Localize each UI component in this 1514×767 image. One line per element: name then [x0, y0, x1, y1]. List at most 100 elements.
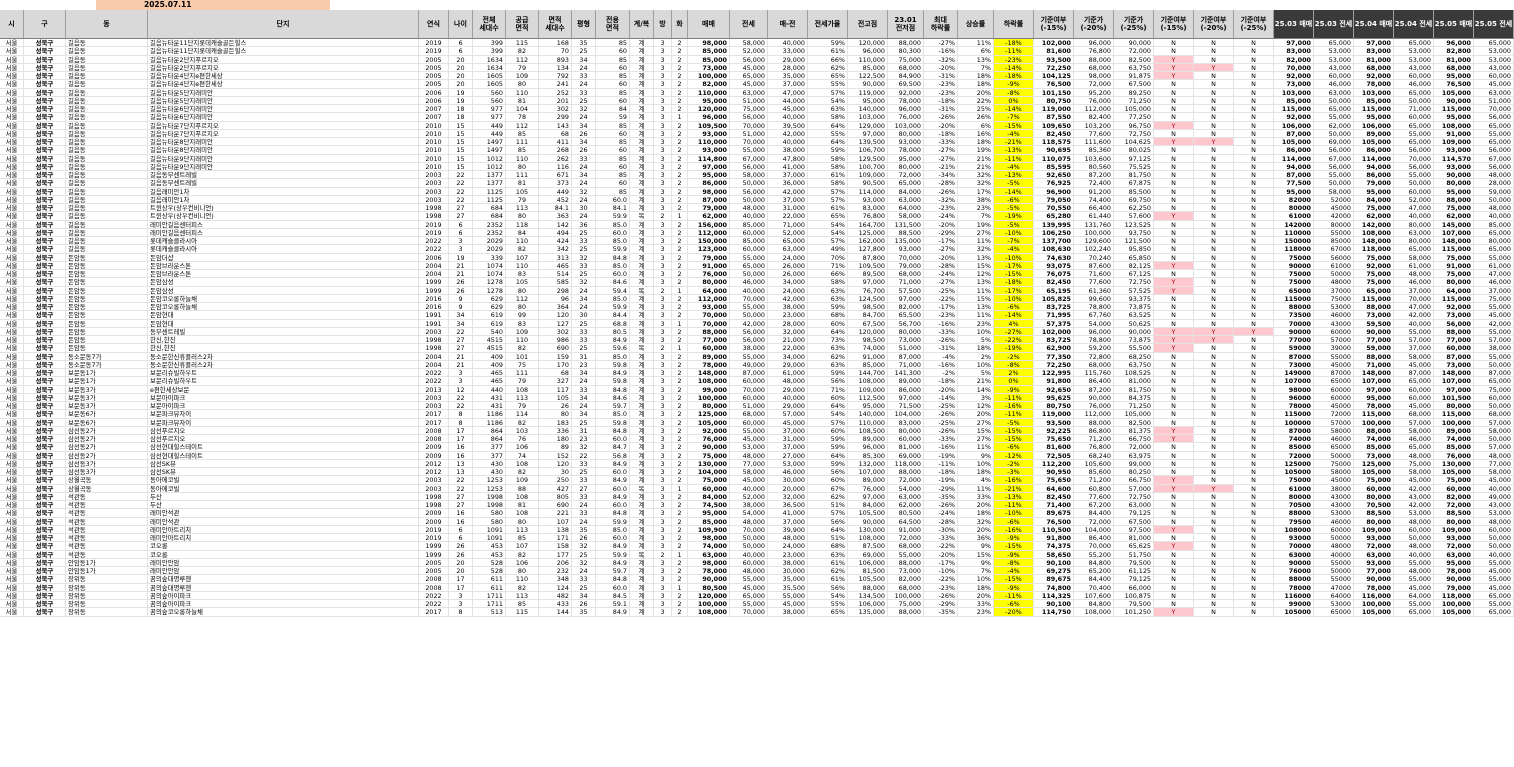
cell-dong[interactable]: 삼선동2가	[66, 451, 148, 459]
cell-base-25[interactable]: 91,875	[1114, 72, 1154, 80]
cell-supply-area[interactable]: 114	[506, 410, 539, 418]
cell-m2504-sale[interactable]: 72,000	[1354, 542, 1394, 550]
cell-sale[interactable]: 74,500	[688, 501, 730, 509]
cell-age[interactable]: 26	[449, 550, 473, 558]
cell-base-15[interactable]: 71,400	[1034, 501, 1074, 509]
cell-m2504-sale[interactable]: 106,000	[1354, 121, 1394, 129]
cell-type[interactable]: 계	[630, 525, 654, 533]
cell-m2504-jeonse[interactable]: 42,000	[1394, 311, 1434, 319]
cell-max-drop[interactable]: -33%	[924, 327, 958, 335]
cell-base-15[interactable]: 91,800	[1034, 534, 1074, 542]
cell-peak[interactable]: 108,000	[848, 377, 888, 385]
cell-base-25[interactable]: 123,525	[1114, 220, 1154, 228]
cell-rooms[interactable]: 3	[654, 129, 672, 137]
cell-baths[interactable]: 2	[672, 410, 688, 418]
cell-peak[interactable]: 120,000	[848, 327, 888, 335]
cell-total-units[interactable]: 449	[473, 121, 506, 129]
cell-pyeong[interactable]: 31	[572, 352, 596, 360]
cell-area-units[interactable]: 96	[539, 294, 572, 302]
cell-flag-15[interactable]: N	[1154, 591, 1194, 599]
cell-m2503-jeonse[interactable]: 43,000	[1314, 63, 1354, 71]
cell-type[interactable]: 계	[630, 476, 654, 484]
cell-complex[interactable]: 롯데캐슬클라시아	[148, 245, 419, 253]
cell-pyeong[interactable]: 33	[572, 261, 596, 269]
cell-m2504-sale[interactable]: 90,000	[1354, 327, 1394, 335]
cell-exclusive-area[interactable]: 60.0	[596, 195, 630, 203]
cell-base-15[interactable]: 114,750	[1034, 608, 1074, 616]
cell-m2505-sale[interactable]: 80,000	[1434, 278, 1474, 286]
cell-si[interactable]: 서울	[0, 138, 24, 146]
cell-flag-20[interactable]: N	[1194, 410, 1234, 418]
cell-exclusive-area[interactable]: 85.0	[596, 352, 630, 360]
cell-rooms[interactable]: 3	[654, 327, 672, 335]
cell-drop[interactable]: -13%	[994, 171, 1034, 179]
cell-peak[interactable]: 129,500	[848, 154, 888, 162]
cell-dong[interactable]: 길음동	[66, 121, 148, 129]
cell-m2504-sale[interactable]: 80,000	[1354, 492, 1394, 500]
cell-flag-15[interactable]: Y	[1154, 542, 1194, 550]
cell-year[interactable]: 2022	[419, 600, 449, 608]
cell-supply-area[interactable]: 81	[506, 96, 539, 104]
cell-base-15[interactable]: 92,650	[1034, 171, 1074, 179]
cell-trough-2301[interactable]: 73,000	[888, 336, 924, 344]
cell-m2503-sale[interactable]: 70500	[1274, 501, 1314, 509]
cell-pyeong[interactable]: 33	[572, 492, 596, 500]
cell-flag-15[interactable]: N	[1154, 171, 1194, 179]
cell-base-15[interactable]: 110,075	[1034, 154, 1074, 162]
cell-area-units[interactable]: 138	[539, 525, 572, 533]
cell-m2503-sale[interactable]: 86,000	[1274, 146, 1314, 154]
cell-sale[interactable]: 80,000	[688, 402, 730, 410]
cell-flag-25[interactable]: N	[1234, 393, 1274, 401]
cell-jeonse-ratio[interactable]: 59%	[808, 303, 848, 311]
cell-total-units[interactable]: 465	[473, 369, 506, 377]
cell-supply-area[interactable]: 105	[506, 278, 539, 286]
cell-flag-15[interactable]: Y	[1154, 261, 1194, 269]
cell-gu[interactable]: 성북구	[24, 410, 66, 418]
cell-flag-20[interactable]: N	[1194, 311, 1234, 319]
cell-exclusive-area[interactable]: 84.9	[596, 492, 630, 500]
cell-jeonse-ratio[interactable]: 66%	[808, 270, 848, 278]
cell-complex[interactable]: 롯데캐슬클라시아	[148, 237, 419, 245]
cell-total-units[interactable]: 684	[473, 204, 506, 212]
cell-exclusive-area[interactable]: 85	[596, 138, 630, 146]
cell-sale[interactable]: 100,000	[688, 72, 730, 80]
cell-jeonse[interactable]: 56,000	[730, 336, 768, 344]
cell-jeonse-ratio[interactable]: 56%	[808, 517, 848, 525]
cell-supply-area[interactable]: 99	[506, 311, 539, 319]
cell-base-15[interactable]: 108,630	[1034, 245, 1074, 253]
cell-m2504-sale[interactable]: 70,500	[1354, 501, 1394, 509]
cell-rooms[interactable]: 3	[654, 146, 672, 154]
cell-base-25[interactable]: 95,850	[1114, 245, 1154, 253]
cell-baths[interactable]: 2	[672, 245, 688, 253]
cell-m2505-jeonse[interactable]: 43,000	[1474, 63, 1514, 71]
cell-m2505-jeonse[interactable]: 56,000	[1474, 162, 1514, 170]
cell-gu[interactable]: 성북구	[24, 179, 66, 187]
cell-gu[interactable]: 성북구	[24, 484, 66, 492]
cell-exclusive-area[interactable]: 60.0	[596, 228, 630, 236]
cell-flag-15[interactable]: N	[1154, 550, 1194, 558]
cell-pyeong[interactable]: 23	[572, 360, 596, 368]
cell-jeonse-ratio[interactable]: 57%	[808, 187, 848, 195]
cell-gap[interactable]: 39,900	[768, 525, 808, 533]
cell-base-15[interactable]: 92,225	[1034, 426, 1074, 434]
cell-max-drop[interactable]: -11%	[924, 459, 958, 467]
cell-rise[interactable]: 18%	[958, 468, 994, 476]
cell-gu[interactable]: 성북구	[24, 138, 66, 146]
cell-jeonse-ratio[interactable]: 65%	[808, 72, 848, 80]
cell-rise[interactable]: 22%	[958, 96, 994, 104]
cell-base-20[interactable]: 67,200	[1074, 501, 1114, 509]
cell-flag-20[interactable]: N	[1194, 303, 1234, 311]
cell-m2504-jeonse[interactable]: 57,000	[1394, 336, 1434, 344]
cell-flag-25[interactable]: N	[1234, 451, 1274, 459]
cell-rooms[interactable]: 3	[654, 204, 672, 212]
cell-year[interactable]: 2003	[419, 402, 449, 410]
cell-type[interactable]: 계	[630, 303, 654, 311]
cell-baths[interactable]: 2	[672, 443, 688, 451]
cell-age[interactable]: 19	[449, 96, 473, 104]
cell-peak[interactable]: 110,000	[848, 418, 888, 426]
cell-total-units[interactable]: 430	[473, 468, 506, 476]
cell-m2505-jeonse[interactable]: 47,000	[1474, 270, 1514, 278]
cell-m2503-sale[interactable]: 115000	[1274, 294, 1314, 302]
cell-complex[interactable]: 두산	[148, 492, 419, 500]
cell-flag-20[interactable]: N	[1194, 195, 1234, 203]
